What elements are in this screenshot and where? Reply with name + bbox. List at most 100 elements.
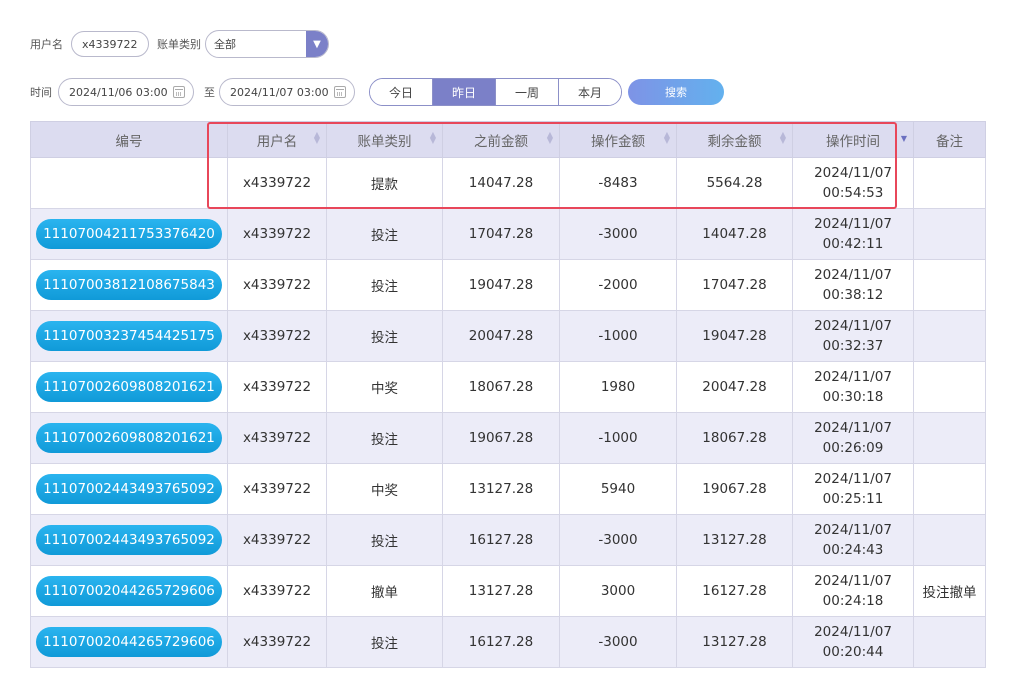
cell-operation-time: 2024/11/07 00:20:44: [792, 616, 914, 668]
cell-note: [913, 361, 986, 413]
calendar-icon[interactable]: [173, 86, 185, 98]
cell-operation-amount: -2000: [559, 259, 677, 311]
cell-note: [913, 208, 986, 260]
transactions-table: 编号 用户名 ▲ ▼ 账单类别 ▲ ▼ 之前金额 ▲ ▼ 操作金额 ▲ ▼ 剩余金额 ▲ ▼ 操作时…: [30, 121, 986, 668]
time-clock: 00:30:18: [822, 389, 884, 405]
time-clock: 00:20:44: [822, 644, 884, 660]
chevron-down-icon[interactable]: ▼: [306, 31, 328, 57]
time-clock: 00:24:43: [822, 542, 884, 558]
table-row: 11107002044265729606 x4339722 撤单 13127.28 30…: [30, 565, 986, 617]
cell-category: 投注: [326, 412, 443, 464]
table-row: 11107002443493765092 x4339722 中奖 13127.28 59…: [30, 463, 986, 515]
time-clock: 00:32:37: [822, 338, 884, 354]
order-id-button[interactable]: 11107002609808201621: [36, 372, 222, 402]
order-id-button[interactable]: 11107002609808201621: [36, 423, 222, 453]
column-header-username[interactable]: 用户名 ▲ ▼: [227, 121, 327, 158]
order-id-button[interactable]: 11107002443493765092: [36, 474, 222, 504]
cell-username: x4339722: [227, 310, 327, 362]
cell-username: x4339722: [227, 565, 327, 617]
cell-before-amount: 13127.28: [442, 463, 560, 515]
order-id-button[interactable]: 11107003237454425175: [36, 321, 222, 351]
time-date: 2024/11/07: [814, 216, 892, 232]
time-date: 2024/11/07: [814, 471, 892, 487]
cell-remaining-amount: 19067.28: [676, 463, 793, 515]
range-today-button[interactable]: 今日: [370, 79, 433, 105]
category-select[interactable]: 全部 ▼: [205, 30, 329, 58]
sort-icon[interactable]: ▲ ▼: [664, 131, 670, 145]
calendar-icon[interactable]: [334, 86, 346, 98]
column-header-operation-amount[interactable]: 操作金额 ▲ ▼: [559, 121, 677, 158]
username-input[interactable]: x4339722: [71, 31, 149, 57]
table-row: 11107002609808201621 x4339722 投注 19067.28 -1…: [30, 412, 986, 464]
cell-operation-time: 2024/11/07 00:24:43: [792, 514, 914, 566]
cell-id: 11107002044265729606: [30, 565, 228, 617]
search-button[interactable]: 搜索: [628, 79, 724, 105]
category-label: 账单类别: [157, 38, 201, 51]
cell-operation-time: 2024/11/07 00:38:12: [792, 259, 914, 311]
time-date: 2024/11/07: [814, 573, 892, 589]
order-id-button[interactable]: 11107002443493765092: [36, 525, 222, 555]
column-header-category[interactable]: 账单类别 ▲ ▼: [326, 121, 443, 158]
sort-icon[interactable]: ▲ ▼: [430, 131, 436, 145]
cell-category: 撤单: [326, 565, 443, 617]
cell-operation-amount: -3000: [559, 514, 677, 566]
filter-row-user: 用户名 x4339722 账单类别 全部 ▼: [30, 30, 329, 58]
order-id-button[interactable]: 11107003812108675843: [36, 270, 222, 300]
cell-id: 11107002609808201621: [30, 361, 228, 413]
cell-operation-time: 2024/11/07 00:25:11: [792, 463, 914, 515]
column-header-before-amount[interactable]: 之前金额 ▲ ▼: [442, 121, 560, 158]
time-clock: 00:26:09: [822, 440, 884, 456]
cell-remaining-amount: 14047.28: [676, 208, 793, 260]
cell-before-amount: 14047.28: [442, 157, 560, 209]
cell-username: x4339722: [227, 259, 327, 311]
sort-icon[interactable]: ▲ ▼: [314, 131, 320, 145]
cell-id: 11107003237454425175: [30, 310, 228, 362]
cell-operation-time: 2024/11/07 00:26:09: [792, 412, 914, 464]
table-row: 11107004211753376420 x4339722 投注 17047.28 -3…: [30, 208, 986, 260]
table-row: 11107002443493765092 x4339722 投注 16127.28 -3…: [30, 514, 986, 566]
time-date: 2024/11/07: [814, 165, 892, 181]
cell-before-amount: 17047.28: [442, 208, 560, 260]
start-date-value: 2024/11/06 03:00: [69, 85, 168, 99]
time-clock: 00:25:11: [822, 491, 884, 507]
username-label: 用户名: [30, 38, 63, 51]
cell-before-amount: 19047.28: [442, 259, 560, 311]
time-label: 时间: [30, 86, 52, 99]
end-date-value: 2024/11/07 03:00: [230, 85, 329, 99]
time-clock: 00:38:12: [822, 287, 884, 303]
cell-note: [913, 514, 986, 566]
cell-before-amount: 16127.28: [442, 514, 560, 566]
end-date-input[interactable]: 2024/11/07 03:00: [219, 78, 355, 106]
cell-before-amount: 13127.28: [442, 565, 560, 617]
sort-desc-icon[interactable]: ▼: [901, 135, 907, 143]
start-date-input[interactable]: 2024/11/06 03:00: [58, 78, 194, 106]
cell-category: 中奖: [326, 463, 443, 515]
cell-id: [30, 157, 228, 209]
cell-remaining-amount: 18067.28: [676, 412, 793, 464]
order-id-button[interactable]: 11107004211753376420: [36, 219, 222, 249]
cell-category: 投注: [326, 310, 443, 362]
time-clock: 00:42:11: [822, 236, 884, 252]
sort-icon[interactable]: ▲ ▼: [547, 131, 553, 145]
time-date: 2024/11/07: [814, 267, 892, 283]
filter-row-time: 时间 2024/11/06 03:00 至 2024/11/07 03:00 今…: [30, 77, 724, 107]
cell-operation-amount: 3000: [559, 565, 677, 617]
quick-range-group: 今日 昨日 一周 本月: [369, 78, 622, 106]
cell-category: 中奖: [326, 361, 443, 413]
column-header-operation-time[interactable]: 操作时间 ▼: [792, 121, 914, 158]
order-id-button[interactable]: 11107002044265729606: [36, 627, 222, 657]
order-id-button[interactable]: 11107002044265729606: [36, 576, 222, 606]
cell-before-amount: 20047.28: [442, 310, 560, 362]
range-month-button[interactable]: 本月: [559, 79, 621, 105]
column-header-remaining-amount[interactable]: 剩余金额 ▲ ▼: [676, 121, 793, 158]
range-week-button[interactable]: 一周: [496, 79, 559, 105]
table-row: x4339722 提款 14047.28 -8483 5564.28 2024/11/07…: [30, 157, 986, 209]
sort-icon[interactable]: ▲ ▼: [780, 131, 786, 145]
cell-remaining-amount: 13127.28: [676, 514, 793, 566]
range-yesterday-button[interactable]: 昨日: [433, 79, 496, 105]
cell-username: x4339722: [227, 208, 327, 260]
cell-operation-time: 2024/11/07 00:32:37: [792, 310, 914, 362]
cell-operation-amount: 5940: [559, 463, 677, 515]
cell-id: 11107002443493765092: [30, 463, 228, 515]
username-value: x4339722: [82, 37, 138, 51]
